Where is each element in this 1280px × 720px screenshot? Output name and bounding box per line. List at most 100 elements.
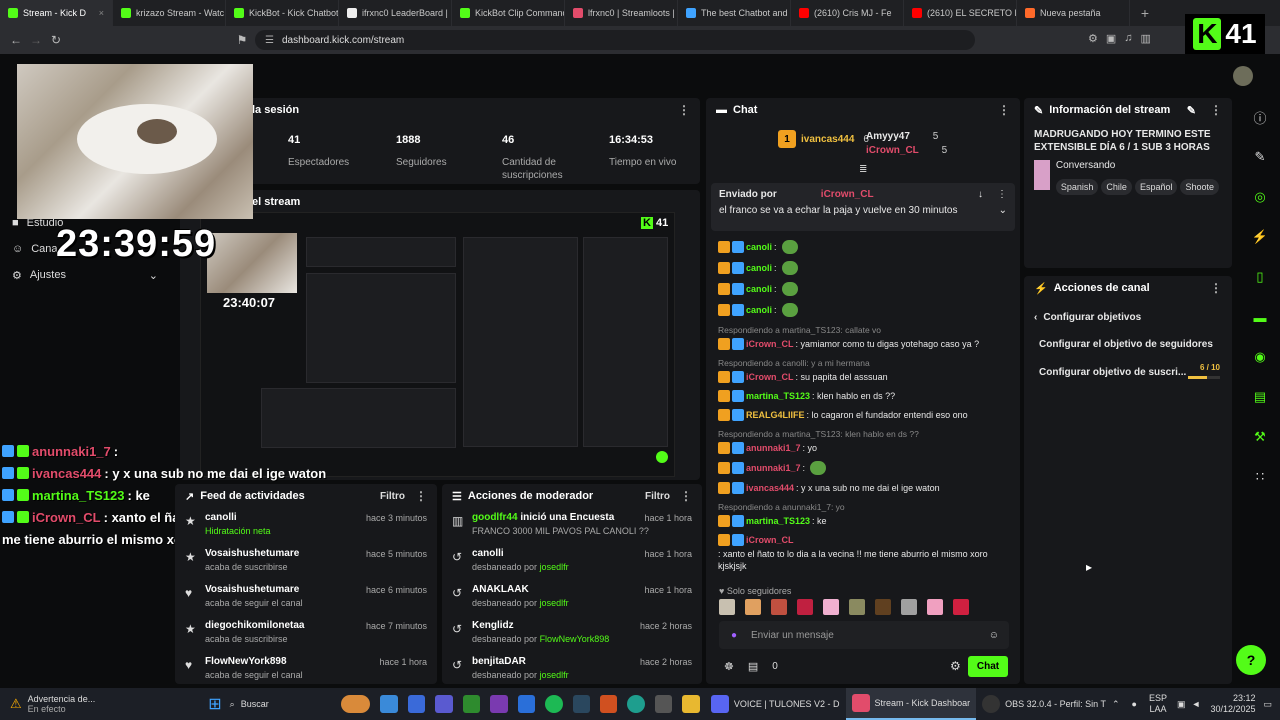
- stream-tag[interactable]: Spanish: [1055, 179, 1099, 195]
- goal-followers[interactable]: Configurar el objetivo de seguidores: [1024, 335, 1232, 363]
- list-item[interactable]: ♥ FlowNewYork898 acaba de seguir el canal h…: [175, 652, 437, 688]
- spotify-icon[interactable]: [545, 695, 563, 713]
- sidebar-icon[interactable]: ▥: [1141, 32, 1151, 45]
- browser-tab[interactable]: Nueva pestaña: [1017, 0, 1130, 26]
- tray-chevron-icon[interactable]: ⌃: [1112, 699, 1120, 710]
- chat-message[interactable]: Respondiendo a canolli: y a mi hermana iC…: [718, 357, 1008, 383]
- pinned-more-icon[interactable]: ⋮: [997, 189, 1007, 200]
- chat-icon[interactable]: ▬: [1249, 306, 1271, 328]
- more-icon[interactable]: ⋮: [680, 489, 692, 503]
- chat-user[interactable]: canoli: [746, 262, 772, 274]
- chat-user[interactable]: anunnaki1_7: [746, 462, 801, 474]
- network-icon[interactable]: ∷: [1249, 466, 1271, 488]
- back-to-goals[interactable]: ‹ Configurar objetivos: [1024, 300, 1232, 335]
- vs-icon[interactable]: [490, 695, 508, 713]
- steam-icon[interactable]: [572, 695, 591, 713]
- target-icon[interactable]: ◎: [1249, 186, 1271, 208]
- browser-tab[interactable]: KickBot Clip Command: [452, 0, 565, 26]
- xbox-icon[interactable]: [462, 695, 481, 713]
- chat-message[interactable]: canoli:: [718, 240, 1008, 254]
- chat-user[interactable]: martina_TS123: [746, 515, 810, 527]
- browser-tab[interactable]: lfrxnc0 | Streamloots |: [565, 0, 678, 26]
- more-icon[interactable]: ⋮: [678, 103, 690, 117]
- browser-tab[interactable]: (2610) Cris MJ - Fe: [791, 0, 904, 26]
- url-field[interactable]: ☰ dashboard.kick.com/stream: [255, 30, 975, 50]
- chat-input[interactable]: ● Enviar un mensaje ☺: [719, 621, 1009, 649]
- volume-icon[interactable]: ◄: [1192, 699, 1201, 709]
- chat-message[interactable]: iCrown_CL: xanto el ñato to lo dia a la …: [718, 534, 1008, 572]
- list-item[interactable]: ↺ ANAKLAAK desbaneado por josedlfr hace 1 h…: [442, 580, 702, 616]
- settings-icon[interactable]: ⚙: [950, 659, 961, 673]
- forward-icon[interactable]: →: [26, 33, 46, 47]
- chat-message[interactable]: canoli:: [718, 282, 1008, 296]
- chat-user[interactable]: REALG4LIIFE: [746, 409, 805, 421]
- mic-icon[interactable]: ●: [731, 630, 737, 641]
- browser-tab[interactable]: KickBot - Kick Chatbot: [226, 0, 339, 26]
- feed-filter-button[interactable]: Filtro: [380, 491, 405, 502]
- more-icon[interactable]: ⋮: [1210, 281, 1222, 295]
- copilot-icon[interactable]: [380, 695, 398, 713]
- help-button[interactable]: ?: [1236, 645, 1266, 675]
- list-item[interactable]: ↺ Kenglidz desbaneado por FlowNewYork898 ha…: [442, 616, 702, 652]
- chat-message[interactable]: REALG4LIIFE: lo cagaron el fundador ente…: [718, 409, 1008, 421]
- notification[interactable]: ⚠ Advertencia de... En efecto: [0, 694, 194, 714]
- network-tray-icon[interactable]: ▣: [1177, 699, 1186, 710]
- windows-start-icon[interactable]: ⊞: [208, 694, 221, 714]
- extensions-icon[interactable]: ⚙: [1088, 32, 1098, 45]
- users-icon[interactable]: ☸: [724, 660, 734, 673]
- site-info-icon[interactable]: ☰: [265, 35, 274, 46]
- list-item[interactable]: ↺ benjitaDAR desbaneado por josedlfr hace 2…: [442, 652, 702, 688]
- bookmark-icon[interactable]: ⚑: [232, 33, 252, 47]
- stream-tag[interactable]: Español: [1134, 179, 1178, 195]
- layout-icon[interactable]: ▤: [1249, 386, 1271, 408]
- chat-user[interactable]: canoli: [746, 304, 772, 316]
- chat-user[interactable]: iCrown_CL: [746, 371, 794, 383]
- list-item[interactable]: ★ Vosaishushetumare acaba de suscribirse ha…: [175, 544, 437, 580]
- emote-icon[interactable]: [927, 599, 943, 615]
- taskbar-app-obs[interactable]: OBS 32.0.4 - Perfil: Sin T: [976, 688, 1112, 720]
- emoji-icon[interactable]: ☺: [989, 630, 999, 641]
- back-icon[interactable]: ←: [6, 33, 26, 47]
- arduino-icon[interactable]: [600, 695, 618, 713]
- folder-icon[interactable]: [682, 695, 700, 713]
- edit-icon[interactable]: ✎: [1187, 104, 1196, 117]
- emote-icon[interactable]: [875, 599, 891, 615]
- list-item[interactable]: ★ canolli Hidratación neta hace 3 minutos: [175, 508, 437, 544]
- emote-icon[interactable]: [719, 599, 735, 615]
- document-icon[interactable]: ▯: [1249, 266, 1271, 288]
- taskbar-search[interactable]: ⌕ Buscar: [230, 699, 337, 710]
- broadcast-icon[interactable]: ◉: [1249, 346, 1271, 368]
- app-blue-icon[interactable]: [517, 695, 536, 713]
- browser-tab[interactable]: krizazo Stream - Watc: [113, 0, 226, 26]
- chat-message[interactable]: Respondiendo a martina_TS123: callate vo…: [718, 324, 1008, 350]
- wrench-icon[interactable]: ⚒: [1249, 426, 1271, 448]
- music-icon[interactable]: ♫: [1124, 32, 1132, 45]
- close-icon[interactable]: ×: [99, 8, 104, 18]
- list-item[interactable]: ♥ Vosaishushetumare acaba de seguir el can…: [175, 580, 437, 616]
- gift-icon[interactable]: ▤: [748, 660, 758, 673]
- collapse-icon[interactable]: ≣: [859, 164, 867, 175]
- emote-icon[interactable]: [823, 599, 839, 615]
- list-item[interactable]: ★ diegochikomilonetaa acaba de suscribirse…: [175, 616, 437, 652]
- emote-icon[interactable]: [901, 599, 917, 615]
- goal-subscriptions[interactable]: Configurar objetivo de suscri... 6 / 10: [1024, 363, 1232, 382]
- mic-tray-icon[interactable]: ●: [1132, 699, 1137, 709]
- mod-filter-button[interactable]: Filtro: [645, 491, 670, 502]
- browser-tab[interactable]: ifrxnc0 LeaderBoard |: [339, 0, 452, 26]
- emote-icon[interactable]: [771, 599, 787, 615]
- browser-tab[interactable]: Stream - Kick D ×: [0, 0, 113, 26]
- chevron-down-icon[interactable]: ⌄: [999, 205, 1007, 216]
- pencil-icon[interactable]: ✎: [1249, 146, 1271, 168]
- reload-icon[interactable]: ↻: [46, 33, 66, 47]
- chat-send-button[interactable]: Chat: [968, 656, 1008, 677]
- edge-icon[interactable]: [627, 695, 645, 713]
- chat-message[interactable]: Respondiendo a anunnaki1_7: yo martina_TS…: [718, 501, 1008, 527]
- store-icon[interactable]: [407, 695, 426, 713]
- chat-user[interactable]: canoli: [746, 283, 772, 295]
- taskbar-app-discord[interactable]: VOICE | TULONES V2 - D: [705, 688, 846, 720]
- chat-user[interactable]: iCrown_CL: [746, 338, 794, 350]
- pin-icon[interactable]: ↓: [978, 189, 983, 200]
- chat-message[interactable]: Respondiendo a martina_TS123: klen hablo…: [718, 428, 1008, 454]
- teams-icon[interactable]: [435, 695, 453, 713]
- browser-tab[interactable]: The best Chatbot and: [678, 0, 791, 26]
